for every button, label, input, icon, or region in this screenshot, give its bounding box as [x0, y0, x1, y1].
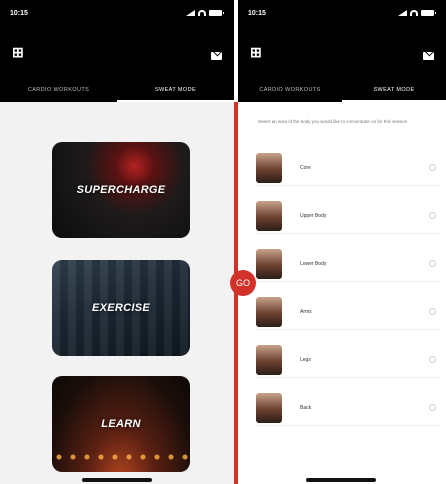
- list-item-label: Arms: [300, 308, 312, 315]
- battery-icon: [421, 10, 436, 16]
- category-card-learn[interactable]: LEARN: [52, 376, 190, 472]
- signal-icon: [398, 10, 407, 16]
- tab-bar: CARDIO WORKOUTS SWEAT MODE: [0, 80, 234, 102]
- exercise-thumbnail: [256, 344, 282, 375]
- workout-category-list: SUPERCHARGE EXERCISE LEARN: [0, 102, 234, 484]
- app-bar: ⊞: [0, 26, 234, 80]
- exercise-thumbnail: [256, 248, 282, 279]
- tab-sweat-mode[interactable]: SWEAT MODE: [342, 80, 446, 102]
- body-area-list: Select an area of the body you would lik…: [238, 102, 446, 484]
- list-item-label: Lower Body: [300, 260, 327, 267]
- tab-cardio-workouts[interactable]: CARDIO WORKOUTS: [238, 80, 342, 102]
- tab-bar: CARDIO WORKOUTS SWEAT MODE: [238, 80, 446, 102]
- status-time: 10:15: [10, 9, 28, 17]
- list-item-core[interactable]: Core: [256, 150, 440, 186]
- status-icons: [186, 10, 224, 16]
- mail-icon[interactable]: [211, 52, 222, 60]
- app-bar: ⊞: [238, 26, 446, 80]
- phone-screen-left: 10:15 ⊞ CARDIO WORKOUTS SWEAT MODE SUPER…: [0, 0, 234, 484]
- card-label: LEARN: [101, 418, 141, 430]
- mail-icon[interactable]: [423, 52, 434, 60]
- category-card-supercharge[interactable]: SUPERCHARGE: [52, 142, 190, 238]
- wifi-icon: [198, 10, 206, 16]
- app-logo-icon[interactable]: ⊞: [250, 45, 270, 66]
- chevron-right-icon: [429, 404, 436, 411]
- battery-icon: [209, 10, 224, 16]
- status-icons: [398, 10, 436, 16]
- list-item-arms[interactable]: Arms: [256, 294, 440, 330]
- status-bar: 10:15: [0, 0, 234, 26]
- exercise-thumbnail: [256, 392, 282, 423]
- card-label: EXERCISE: [91, 302, 151, 314]
- chevron-right-icon: [429, 260, 436, 267]
- list-item-label: Upper Body: [300, 212, 327, 219]
- light-bulbs-decoration: [52, 450, 190, 466]
- wifi-icon: [410, 10, 418, 16]
- exercise-thumbnail: [256, 152, 282, 183]
- status-bar: 10:15: [238, 0, 446, 26]
- list-item-label: Legs: [300, 356, 311, 363]
- app-logo-icon[interactable]: ⊞: [12, 45, 32, 66]
- chevron-right-icon: [429, 308, 436, 315]
- fab-label: GO: [235, 278, 250, 288]
- category-card-exercise[interactable]: EXERCISE: [52, 260, 190, 356]
- floating-action-button[interactable]: GO: [230, 270, 256, 296]
- chevron-right-icon: [429, 164, 436, 171]
- home-indicator: [82, 478, 152, 482]
- tab-cardio-workouts[interactable]: CARDIO WORKOUTS: [0, 80, 117, 102]
- home-indicator: [306, 478, 376, 482]
- status-time: 10:15: [248, 9, 266, 17]
- chevron-right-icon: [429, 212, 436, 219]
- list-item-lower-body[interactable]: Lower Body: [256, 246, 440, 282]
- signal-icon: [186, 10, 195, 16]
- exercise-thumbnail: [256, 200, 282, 231]
- list-item-legs[interactable]: Legs: [256, 342, 440, 378]
- instructions-text: Select an area of the body you would lik…: [258, 119, 408, 124]
- list-item-label: Back: [300, 404, 312, 411]
- list-item-label: Core: [300, 164, 311, 171]
- list-item-upper-body[interactable]: Upper Body: [256, 198, 440, 234]
- card-label: SUPERCHARGE: [76, 184, 166, 196]
- chevron-right-icon: [429, 356, 436, 363]
- tab-sweat-mode[interactable]: SWEAT MODE: [117, 80, 234, 102]
- phone-screen-right: 10:15 ⊞ CARDIO WORKOUTS SWEAT MODE Selec…: [238, 0, 446, 484]
- exercise-thumbnail: [256, 296, 282, 327]
- list-item-back[interactable]: Back: [256, 390, 440, 426]
